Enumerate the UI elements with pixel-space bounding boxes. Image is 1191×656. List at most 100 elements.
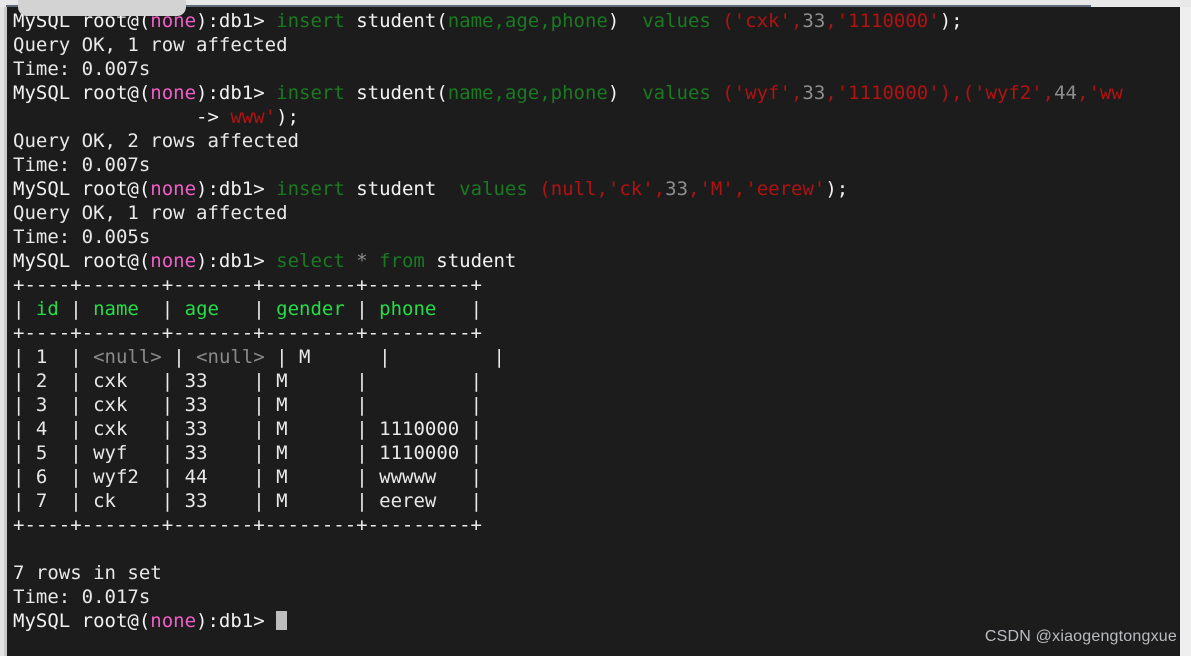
table-rule: +----+-------+-------+--------+---------… (13, 513, 1123, 537)
prompt-database: none (150, 178, 197, 200)
table-cell: <null> (93, 346, 162, 368)
table-cell (402, 346, 482, 368)
sql-token: '1110000' (836, 10, 940, 32)
sql-token: '1110000' (836, 82, 940, 104)
table-border: | (150, 298, 185, 320)
table-cell: 5 (35, 442, 59, 464)
terminal-window: MySQL root@(none):db1> insert student(na… (0, 0, 1191, 656)
table-row: | 5 | wyf | 33 | M | 1110000 | (13, 441, 1123, 465)
sql-token: , (825, 10, 837, 32)
sql-token: student (344, 178, 448, 200)
table-cell: M (299, 346, 368, 368)
table-header-row: | id | name | age | gender | phone | (13, 297, 1123, 321)
sql-token: 'wyf' (733, 82, 791, 104)
table-cell: 7 (35, 490, 59, 512)
window-right-edge (1180, 7, 1191, 656)
sql-token: , (1042, 82, 1055, 104)
sql-token: ); (939, 10, 963, 32)
prompt-database: none (150, 82, 197, 104)
sql-token: , (825, 82, 837, 104)
sql-token: 33 (665, 178, 689, 200)
table-border: | (344, 466, 380, 488)
table-border: | (241, 370, 277, 392)
sql-token: 'wyf2' (974, 82, 1043, 104)
window-tab[interactable] (18, 0, 186, 16)
table-cell: 1110000 (379, 418, 460, 440)
table-border: | (241, 466, 277, 488)
continuation-line: -> www'); (13, 105, 1123, 129)
table-border: | (58, 442, 94, 464)
table-cell: eerew (379, 490, 460, 512)
prompt-database: none (150, 610, 197, 632)
table-border: | (459, 418, 483, 440)
table-cell: cxk (93, 370, 151, 392)
table-cell: 33 (184, 442, 242, 464)
table-rule: +----+-------+-------+--------+---------… (13, 273, 1123, 297)
table-column-header: id (35, 298, 59, 320)
prompt-suffix: ):db1> (196, 82, 277, 104)
terminal-screen[interactable]: MySQL root@(none):db1> insert student(na… (7, 7, 1180, 656)
sql-token: , (790, 10, 803, 32)
continuation-arrow: -> (13, 106, 231, 128)
sql-token: insert (276, 10, 345, 32)
sql-token: 'M' (699, 178, 734, 200)
table-border: | (13, 418, 36, 440)
table-column-header: name (93, 298, 151, 320)
sql-token: 44 (1054, 82, 1077, 104)
sql-token: , (653, 178, 666, 200)
sql-token: , (1077, 82, 1089, 104)
table-border: | (150, 370, 185, 392)
table-column-header: gender (276, 298, 345, 320)
prompt-prefix: MySQL root@( (13, 610, 151, 632)
table-border: | (459, 490, 483, 512)
table-column-header: age (184, 298, 242, 320)
table-border: | (264, 346, 300, 368)
sql-token: , (733, 178, 746, 200)
time-line: Time: 0.007s (13, 57, 1123, 81)
sql-token: , (688, 178, 700, 200)
sql-token: 33 (802, 10, 826, 32)
table-row: | 3 | cxk | 33 | M | | (13, 393, 1123, 417)
table-border: | (459, 466, 483, 488)
table-border: | (241, 418, 277, 440)
sql-token: 'ck' (607, 178, 654, 200)
table-cell: 3 (35, 394, 59, 416)
table-cell: M (276, 490, 345, 512)
table-border: | (13, 346, 36, 368)
result-text: Query OK, 1 row affected (13, 34, 288, 56)
table-cell: 1110000 (379, 442, 460, 464)
table-border: | (344, 442, 380, 464)
sql-token: ) (607, 10, 631, 32)
table-border: | (13, 370, 36, 392)
table-border: | (241, 490, 277, 512)
sql-token: select (276, 250, 345, 272)
sql-token: null (550, 178, 597, 200)
table-cell: M (276, 442, 345, 464)
table-border: +----+-------+-------+--------+---------… (13, 514, 482, 536)
result-line: Query OK, 1 row affected (13, 33, 1123, 57)
text-cursor (276, 611, 288, 630)
table-border: | (58, 394, 94, 416)
prompt-database: none (150, 250, 197, 272)
table-cell: cxk (93, 418, 151, 440)
prompt-suffix: ):db1> (196, 250, 277, 272)
command-line: MySQL root@(none):db1> insert student va… (13, 177, 1123, 201)
blank (13, 538, 24, 560)
sql-token: ) (607, 82, 631, 104)
table-cell: wyf (93, 442, 151, 464)
prompt-suffix: ):db1> (196, 178, 277, 200)
sql-token: insert (276, 178, 345, 200)
time-text: Time: 0.007s (13, 154, 151, 176)
table-cell: ck (93, 490, 151, 512)
table-border: | (344, 490, 380, 512)
table-cell: 2 (35, 370, 59, 392)
command-line: MySQL root@(none):db1> insert student(na… (13, 81, 1123, 105)
result-text: Query OK, 2 rows affected (13, 130, 299, 152)
table-border: | (58, 346, 94, 368)
table-border: | (58, 370, 94, 392)
table-border: | (241, 298, 277, 320)
table-border: +----+-------+-------+--------+---------… (13, 322, 482, 344)
table-cell (379, 370, 459, 392)
result-text: Query OK, 1 row affected (13, 202, 288, 224)
table-border: | (344, 394, 380, 416)
